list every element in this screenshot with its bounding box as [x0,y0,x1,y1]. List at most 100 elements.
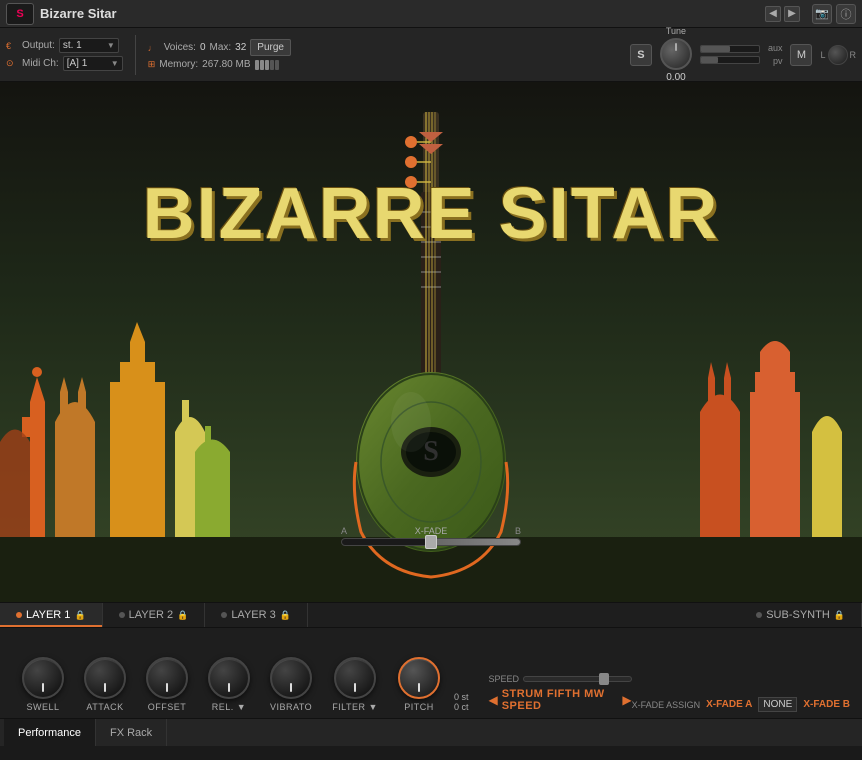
xfade-thumb[interactable] [425,535,437,549]
mem-bar-1 [255,60,259,70]
layer3-lock: 🔒 [280,610,291,621]
speed-thumb [599,673,609,685]
knob-group-swell: SWELL [12,657,74,712]
output-dropdown[interactable]: st. 1 ▼ [59,38,119,53]
knob-group-rel: REL. ▼ [198,657,260,712]
tune-knob[interactable] [660,38,692,70]
rel-knob[interactable] [208,657,250,699]
mem-bar-2 [260,60,264,70]
memory-label: Memory: [159,59,198,70]
info-button[interactable]: ⓘ [836,4,856,24]
pitch-knob[interactable] [398,657,440,699]
lr-knob[interactable] [828,45,848,65]
speed-row: SPEED [488,674,631,684]
preset-next-arrow[interactable]: ▶ [622,693,631,707]
knob-group-filter: FILTER ▼ [322,657,388,712]
layer-tabs-bar: LAYER 1 🔒 LAYER 2 🔒 LAYER 3 🔒 SUB-SYNTH … [0,602,862,628]
vibrato-label: VIBRATO [270,702,312,712]
layer3-led [221,612,227,618]
layer1-led [16,612,22,618]
memory-icon: ⊞ [148,59,156,70]
midi-icon: ⊙ [6,58,18,69]
camera-button[interactable]: 📷 [812,4,832,24]
swell-label: SWELL [26,702,59,712]
swell-knob[interactable] [22,657,64,699]
artwork-svg: S [0,82,862,602]
side-labels: aux pv [768,43,783,66]
xfade-none-option[interactable]: NONE [758,697,797,712]
tune-sliders [700,45,760,64]
voices-group: ♩ Voices: 0 Max: 32 Purge ⊞ Memory: 267.… [148,39,291,70]
xfade-track[interactable] [341,538,521,546]
knob-group-vibrato: VIBRATO [260,657,322,712]
tune-slider-2[interactable] [700,56,760,64]
logo-button[interactable]: S [6,3,34,25]
attack-knob[interactable] [84,657,126,699]
output-label: Output: [22,40,55,51]
output-icon: € [6,41,18,51]
midi-label: Midi Ch: [22,58,59,69]
nav-prev-button[interactable]: ◀ [765,6,781,22]
purge-button[interactable]: Purge [250,39,291,56]
tune-knob-area: Tune 0.00 [660,26,692,83]
voices-label: Voices: [164,42,196,53]
pitch-ct-value: 0 ct [454,702,469,712]
rel-label: REL. ▼ [212,702,246,712]
sub-synth-lock: 🔒 [834,610,845,621]
xfade-b-option[interactable]: X-FADE B [803,699,850,710]
speed-label: SPEED [488,674,519,684]
tune-section: S Tune 0.00 aux pv M L R [630,26,856,83]
sub-synth-label: SUB-SYNTH [766,609,830,621]
mem-bar-4 [270,60,274,70]
nav-next-button[interactable]: ▶ [784,6,800,22]
max-label: Max: [210,42,232,53]
xfade-fill [431,539,520,545]
vibrato-knob[interactable] [270,657,312,699]
xfade-a-option[interactable]: X-FADE A [706,699,752,710]
tab-sub-synth[interactable]: SUB-SYNTH 🔒 [740,603,862,627]
r-label: R [850,50,857,60]
offset-label: OFFSET [148,702,187,712]
top-bar: S Bizarre Sitar ◀ ▶ 📷 ⓘ [0,0,862,28]
pitch-label: PITCH [404,702,434,712]
tune-slider-1[interactable] [700,45,760,53]
pitch-values: 0 st 0 ct [454,692,469,712]
layer3-label: LAYER 3 [231,609,275,621]
mem-bar-3 [265,60,269,70]
tab-layer3[interactable]: LAYER 3 🔒 [205,603,308,627]
bottom-tabs: Performance FX Rack [0,718,862,746]
xfade-assign-section: X-FADE ASSIGN X-FADE A NONE X-FADE B [632,697,850,712]
knob-group-offset: OFFSET [136,657,198,712]
layer1-label: LAYER 1 [26,609,70,621]
sub-synth-led [756,612,762,618]
tab-layer1[interactable]: LAYER 1 🔒 [0,603,103,627]
s-button[interactable]: S [630,44,652,66]
preset-nav: ◀ STRUM FIFTH MW SPEED ▶ [488,688,631,712]
controls-bar: € Output: st. 1 ▼ ⊙ Midi Ch: [A] 1 ▼ ♩ V… [0,28,862,82]
l-label: L [820,50,825,60]
instrument-title: Bizarre Sitar [40,6,765,21]
bottom-tab-performance[interactable]: Performance [4,719,96,746]
xfade-a-label: A [341,526,347,536]
preset-name: STRUM FIFTH MW SPEED [502,688,619,712]
knobs-row: SWELL ATTACK OFFSET REL. ▼ VIBRATO FILTE… [0,628,862,718]
speed-slider[interactable] [523,676,632,682]
xfade-bar: A X-FADE B [341,526,521,546]
midi-dropdown[interactable]: [A] 1 ▼ [63,56,123,71]
aux-label: aux [768,43,783,53]
layer2-lock: 🔒 [177,610,188,621]
filter-label: FILTER ▼ [332,702,378,712]
output-group: € Output: st. 1 ▼ ⊙ Midi Ch: [A] 1 ▼ [6,38,123,71]
m-button[interactable]: M [790,44,812,66]
speed-section: SPEED ◀ STRUM FIFTH MW SPEED ▶ [488,674,631,712]
instrument-area: S BIZARRE SITAR A X-FADE B [0,82,862,602]
offset-knob[interactable] [146,657,188,699]
layer2-led [119,612,125,618]
divider-1 [135,35,136,75]
tab-layer2[interactable]: LAYER 2 🔒 [103,603,206,627]
filter-knob[interactable] [334,657,376,699]
bottom-tab-fxrack[interactable]: FX Rack [96,719,167,746]
layer2-label: LAYER 2 [129,609,173,621]
tune-label: Tune [666,26,686,36]
preset-prev-arrow[interactable]: ◀ [488,693,497,707]
